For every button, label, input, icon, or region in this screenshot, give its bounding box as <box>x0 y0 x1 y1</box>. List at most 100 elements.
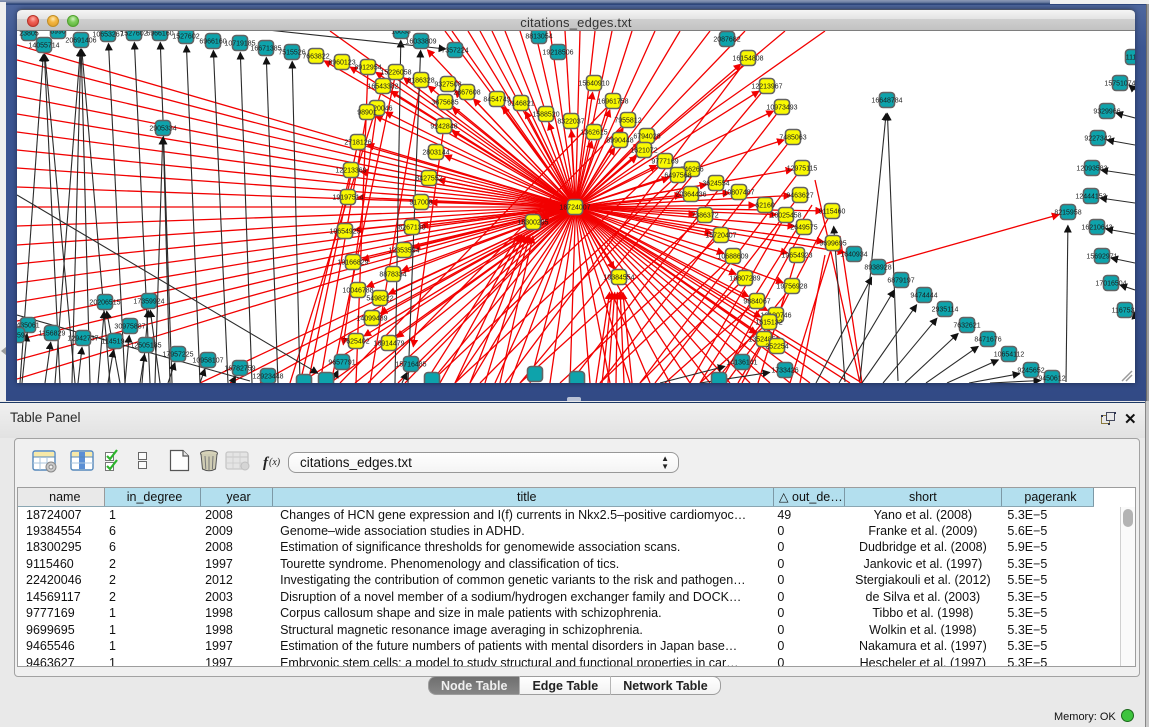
svg-text:1615132: 1615132 <box>755 320 782 327</box>
svg-text:8813054: 8813054 <box>525 34 552 41</box>
svg-text:8990448: 8990448 <box>606 138 633 145</box>
svg-text:15751074: 15751074 <box>1104 81 1135 88</box>
svg-text:391594: 391594 <box>17 333 29 340</box>
svg-text:15640910: 15640910 <box>578 81 609 88</box>
svg-text:14099489: 14099489 <box>356 316 387 323</box>
svg-text:62160: 62160 <box>755 203 775 210</box>
svg-text:1527602: 1527602 <box>120 31 147 38</box>
svg-text:1640934: 1640934 <box>840 252 867 259</box>
svg-text:9227342: 9227342 <box>1084 136 1111 143</box>
svg-text:16782759: 16782759 <box>224 366 255 373</box>
svg-text:1156829: 1156829 <box>39 331 66 338</box>
svg-text:1362615: 1362615 <box>580 130 607 137</box>
svg-text:8912954: 8912954 <box>354 65 381 72</box>
svg-text:9245652: 9245652 <box>1017 368 1044 375</box>
svg-text:15720407: 15720407 <box>705 233 736 240</box>
svg-text:2087682: 2087682 <box>713 37 740 44</box>
svg-text:252254: 252254 <box>765 344 788 351</box>
svg-text:18300295: 18300295 <box>517 220 548 227</box>
svg-text:20364436: 20364436 <box>675 192 706 199</box>
svg-text:5498222: 5498222 <box>366 296 393 303</box>
svg-text:9699695: 9699695 <box>819 241 846 248</box>
svg-text:19756928: 19756928 <box>776 284 807 291</box>
svg-text:12505185: 12505185 <box>130 343 161 350</box>
svg-text:6497568: 6497568 <box>664 173 691 180</box>
svg-text:18724007: 18724007 <box>559 205 590 212</box>
svg-text:8938928: 8938928 <box>864 265 891 272</box>
svg-text:3875685: 3875685 <box>431 100 458 107</box>
svg-text:12444153: 12444153 <box>1075 194 1106 201</box>
svg-text:3624554: 3624554 <box>702 181 729 188</box>
svg-text:10688609: 10688609 <box>717 254 748 261</box>
svg-text:2649575: 2649575 <box>790 225 817 232</box>
svg-text:20206515: 20206515 <box>89 300 120 307</box>
svg-text:12353594: 12353594 <box>388 248 419 255</box>
svg-text:16033: 16033 <box>391 31 411 36</box>
svg-text:9463627: 9463627 <box>786 193 813 200</box>
svg-text:9242848: 9242848 <box>430 124 457 131</box>
svg-text:917008: 917008 <box>409 200 432 207</box>
svg-text:9146821: 9146821 <box>507 101 534 108</box>
svg-text:15692971: 15692971 <box>1086 254 1117 261</box>
svg-text:12213967: 12213967 <box>751 84 782 91</box>
svg-text:2905334: 2905334 <box>149 126 176 133</box>
svg-text:20691406: 20691406 <box>65 38 96 45</box>
svg-text:7357224: 7357224 <box>441 48 468 55</box>
svg-text:10025458: 10025458 <box>770 213 801 220</box>
svg-text:10958107: 10958107 <box>192 358 223 365</box>
svg-text:8186328: 8186328 <box>407 78 434 85</box>
svg-text:1112: 1112 <box>1126 55 1135 62</box>
svg-text:12093583: 12093583 <box>1076 166 1107 173</box>
svg-text:7485063: 7485063 <box>779 135 806 142</box>
svg-text:8878334: 8878334 <box>379 272 406 279</box>
svg-text:19197514: 19197514 <box>332 195 363 202</box>
svg-text:17016504: 17016504 <box>1095 281 1126 288</box>
svg-text:19654925: 19654925 <box>329 229 360 236</box>
svg-text:10653267: 10653267 <box>92 32 123 39</box>
svg-text:8215958: 8215958 <box>1054 210 1081 217</box>
svg-text:9884067: 9884067 <box>743 299 770 306</box>
svg-text:2935114: 2935114 <box>932 307 959 314</box>
svg-text:30975887: 30975887 <box>114 324 145 331</box>
svg-text:9327508: 9327508 <box>434 82 461 89</box>
svg-text:6879197: 6879197 <box>887 278 914 285</box>
svg-text:9474444: 9474444 <box>910 293 937 300</box>
svg-text:12975115: 12975115 <box>787 166 818 173</box>
svg-text:9115460: 9115460 <box>819 209 846 216</box>
svg-text:17359924: 17359924 <box>133 299 164 306</box>
svg-text:10973493: 10973493 <box>766 105 797 112</box>
svg-text:1167533: 1167533 <box>1112 308 1135 315</box>
svg-text:9657791: 9657791 <box>328 360 355 367</box>
svg-text:16543382: 16543382 <box>367 84 398 91</box>
svg-text:15226058: 15226058 <box>380 70 411 77</box>
svg-text:15716485: 15716485 <box>395 362 426 369</box>
svg-text:1733426: 1733426 <box>771 368 798 375</box>
svg-text:7386372: 7386372 <box>691 213 718 220</box>
svg-text:19654923: 19654923 <box>781 253 812 260</box>
svg-text:19218506: 19218506 <box>542 50 573 57</box>
svg-text:14055714: 14055714 <box>28 43 59 50</box>
svg-text:9329966: 9329966 <box>1093 109 1120 116</box>
svg-text:8267130: 8267130 <box>398 225 425 232</box>
svg-text:6966160: 6966160 <box>146 31 173 38</box>
svg-text:16648784: 16648784 <box>871 98 902 105</box>
svg-text:1527602: 1527602 <box>172 34 199 41</box>
svg-text:7955812: 7955812 <box>614 118 641 125</box>
svg-text:19166829: 19166829 <box>337 260 368 267</box>
svg-text:6966160: 6966160 <box>199 39 226 46</box>
svg-text:2718126: 2718126 <box>344 140 371 147</box>
svg-text:16033809: 16033809 <box>405 39 436 46</box>
svg-text:10046788: 10046788 <box>342 288 373 295</box>
svg-text:12213369: 12213369 <box>335 168 366 175</box>
svg-text:1588520: 1588520 <box>532 112 559 119</box>
svg-text:7663822: 7663822 <box>302 54 329 61</box>
svg-text:98901: 98901 <box>357 110 377 117</box>
svg-text:8322037: 8322037 <box>557 119 584 126</box>
svg-text:12923448: 12923448 <box>252 374 283 381</box>
svg-text:8471676: 8471676 <box>974 337 1001 344</box>
svg-text:10654112: 10654112 <box>994 352 1025 359</box>
svg-text:7625402: 7625402 <box>342 339 369 346</box>
svg-text:19384554: 19384554 <box>603 275 634 282</box>
svg-text:8990: 8990 <box>50 31 66 36</box>
svg-text:16154808: 16154808 <box>732 56 763 63</box>
